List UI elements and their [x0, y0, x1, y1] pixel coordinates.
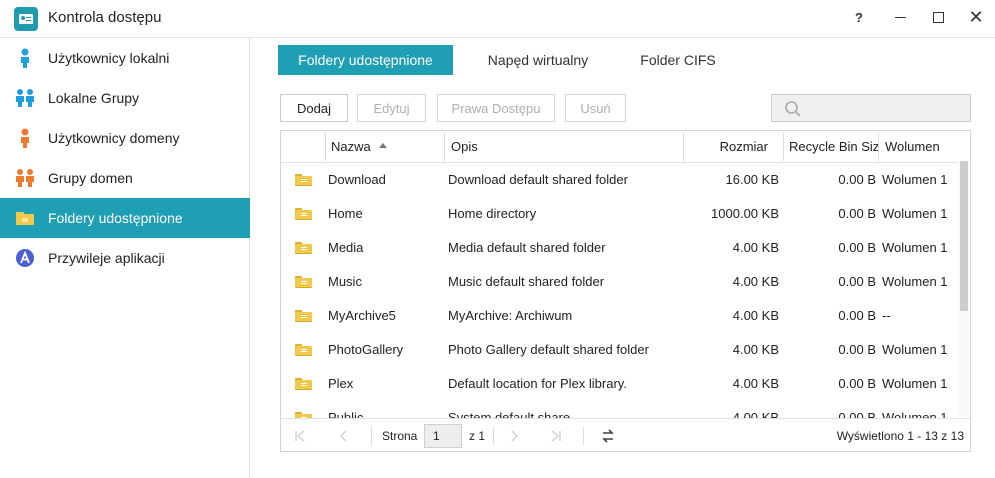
user-icon	[14, 47, 36, 69]
group-icon	[14, 87, 36, 109]
tab-shared-folders[interactable]: Foldery udostępnione	[278, 45, 453, 75]
last-page-icon	[551, 429, 561, 442]
sidebar-item-label: Foldery udostępnione	[48, 210, 183, 226]
sidebar-item-label: Użytkownicy domeny	[48, 130, 180, 146]
table-row[interactable]: Home Home directory 1000.00 KB 0.00 B Wo…	[281, 197, 961, 231]
sidebar-item-domain-groups[interactable]: Grupy domen	[0, 158, 250, 198]
search-icon	[784, 100, 802, 118]
chevron-left-icon	[340, 430, 347, 441]
sidebar-item-label: Użytkownicy lokalni	[48, 50, 170, 66]
edit-button[interactable]: Edytuj	[357, 94, 426, 122]
access-control-app-icon	[14, 7, 38, 31]
sidebar: Użytkownicy lokalni Lokalne Grupy Użytko…	[0, 38, 250, 478]
previous-page-button[interactable]	[331, 419, 357, 452]
sidebar-item-label: Przywileje aplikacji	[48, 250, 165, 266]
table-row[interactable]: PhotoGallery Photo Gallery default share…	[281, 333, 961, 367]
search-input[interactable]	[808, 99, 966, 119]
sidebar-item-domain-users[interactable]: Użytkownicy domeny	[0, 118, 250, 158]
folder-icon	[295, 174, 312, 186]
table-row[interactable]: Media Media default shared folder 4.00 K…	[281, 231, 961, 265]
maximize-icon	[932, 11, 944, 23]
sidebar-item-shared-folders[interactable]: Foldery udostępnione	[0, 198, 250, 238]
table-row[interactable]: Download Download default shared folder …	[281, 163, 961, 197]
sidebar-item-app-privileges[interactable]: Przywileje aplikacji	[0, 238, 250, 278]
title-bar: Kontrola dostępu ? ✕	[0, 0, 995, 38]
minimize-icon	[894, 16, 906, 18]
next-page-button[interactable]	[501, 419, 527, 452]
minimize-button[interactable]	[885, 4, 915, 30]
table-row[interactable]: MyArchive5 MyArchive: Archiwum 4.00 KB 0…	[281, 299, 961, 333]
window-title: Kontrola dostępu	[48, 9, 162, 26]
refresh-button[interactable]	[595, 419, 621, 452]
table-header: Nazwa Opis Rozmiar Recycle Bin Size Wolu…	[281, 131, 970, 163]
table-row[interactable]: Music Music default shared folder 4.00 K…	[281, 265, 961, 299]
first-page-icon	[295, 429, 305, 442]
close-button[interactable]: ✕	[961, 4, 991, 30]
sort-ascending-icon	[378, 143, 387, 149]
scrollbar-thumb[interactable]	[960, 161, 968, 311]
search-box	[771, 94, 971, 122]
chevron-right-icon	[511, 430, 518, 441]
shared-folders-table: Nazwa Opis Rozmiar Recycle Bin Size Wolu…	[280, 130, 971, 452]
sidebar-item-label: Grupy domen	[48, 170, 133, 186]
page-count-label: z 1	[469, 429, 486, 443]
tab-virtual-drive[interactable]: Napęd wirtualny	[466, 45, 610, 75]
column-header-name[interactable]: Nazwa	[331, 131, 441, 163]
sidebar-item-local-groups[interactable]: Lokalne Grupy	[0, 78, 250, 118]
maximize-button[interactable]	[923, 4, 953, 30]
records-status: Wyświetlono 1 - 13 z 13	[836, 429, 964, 443]
sidebar-item-label: Lokalne Grupy	[48, 90, 140, 106]
table-row[interactable]: Plex Default location for Plex library. …	[281, 367, 961, 401]
folder-icon	[295, 310, 312, 322]
domain-user-icon	[14, 127, 36, 149]
folder-icon	[295, 276, 312, 288]
permissions-button[interactable]: Prawa Dostępu	[437, 94, 555, 122]
column-header-description[interactable]: Opis	[451, 131, 681, 163]
delete-button[interactable]: Usuń	[565, 94, 626, 122]
help-button[interactable]: ?	[844, 4, 874, 30]
table-body: Download Download default shared folder …	[281, 163, 970, 419]
page-label: Strona	[382, 429, 418, 443]
folder-icon	[295, 208, 312, 220]
app-privilege-icon	[14, 247, 36, 269]
folder-icon	[295, 242, 312, 254]
folder-icon	[295, 344, 312, 356]
column-header-size[interactable]: Rozmiar	[686, 131, 768, 163]
column-header-recycle-bin-size[interactable]: Recycle Bin Size	[789, 131, 879, 163]
shared-folder-icon	[14, 207, 36, 229]
last-page-button[interactable]	[543, 419, 569, 452]
domain-group-icon	[14, 167, 36, 189]
sidebar-item-local-users[interactable]: Użytkownicy lokalni	[0, 38, 250, 78]
folder-icon	[295, 378, 312, 390]
pagination-bar: Strona z 1 Wyświetlono 1 - 13 z 13	[281, 418, 970, 451]
refresh-icon	[602, 428, 614, 443]
table-row[interactable]: Public System default share 4.00 KB 0.00…	[281, 401, 961, 419]
first-page-button[interactable]	[287, 419, 313, 452]
add-button[interactable]: Dodaj	[280, 94, 348, 122]
page-number-input[interactable]	[424, 424, 462, 448]
tab-cifs-folder[interactable]: Folder CIFS	[622, 45, 734, 75]
column-header-volume[interactable]: Wolumen	[885, 131, 965, 163]
